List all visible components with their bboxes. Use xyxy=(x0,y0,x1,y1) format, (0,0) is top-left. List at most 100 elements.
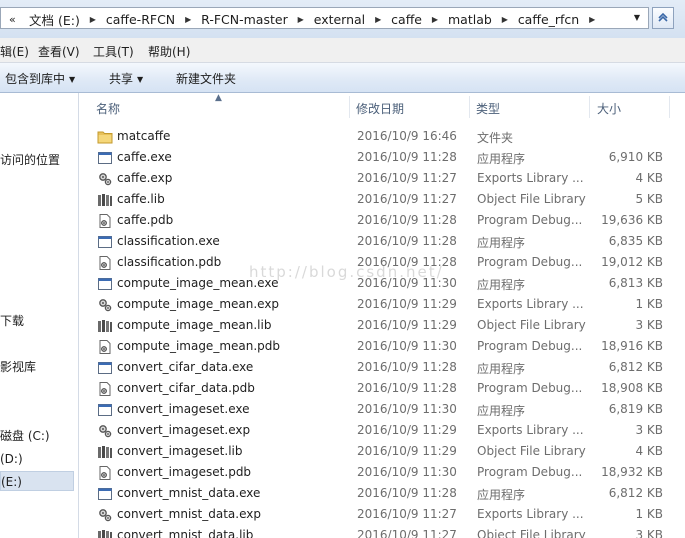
file-type: Object File Library xyxy=(477,444,586,458)
breadcrumb-segment[interactable]: caffe_rfcn xyxy=(516,12,581,27)
file-date: 2016/10/9 11:29 xyxy=(357,297,457,311)
file-row[interactable]: matcaffe 2016/10/9 16:46 文件夹 xyxy=(79,126,685,147)
menu-tools[interactable]: 工具(T) xyxy=(93,43,134,60)
file-type: Exports Library ... xyxy=(477,423,584,437)
breadcrumb-separator-icon[interactable]: ▶ xyxy=(494,15,516,24)
breadcrumb-segments: « 文档 (E:) ▶ caffe-RFCN ▶ R-FCN-master ▶ extern… xyxy=(9,10,603,28)
breadcrumb-separator-icon[interactable]: ▶ xyxy=(82,15,104,24)
file-row[interactable]: compute_image_mean.lib 2016/10/9 11:29 Obj… xyxy=(79,315,685,336)
file-size: 18,916 KB xyxy=(601,339,663,353)
breadcrumb-segment[interactable]: caffe xyxy=(389,12,424,27)
nav-item-recent-places[interactable]: 访问的位置 xyxy=(0,150,60,170)
address-bar: « 文档 (E:) ▶ caffe-RFCN ▶ R-FCN-master ▶ extern… xyxy=(0,0,685,38)
breadcrumb-separator-icon[interactable]: ▶ xyxy=(290,15,312,24)
file-row[interactable]: convert_mnist_data.exe 2016/10/9 11:28 应用程… xyxy=(79,483,685,504)
column-divider[interactable] xyxy=(589,96,590,118)
nav-item-videos[interactable]: 影视库 xyxy=(0,357,36,377)
file-date: 2016/10/9 11:29 xyxy=(357,423,457,437)
column-type[interactable]: 类型 xyxy=(476,100,500,117)
breadcrumb-segment[interactable]: R-FCN-master xyxy=(199,12,290,27)
file-name: convert_cifar_data.pdb xyxy=(117,381,255,395)
file-row[interactable]: caffe.exp 2016/10/9 11:27 Exports Library … xyxy=(79,168,685,189)
column-size[interactable]: 大小 xyxy=(597,100,621,117)
file-type: 应用程序 xyxy=(477,362,526,376)
breadcrumb-separator-icon[interactable]: ▶ xyxy=(581,15,603,24)
exp-icon xyxy=(97,297,113,313)
file-row[interactable]: convert_imageset.pdb 2016/10/9 11:30 Progr… xyxy=(79,462,685,483)
column-divider[interactable] xyxy=(469,96,470,118)
file-date: 2016/10/9 11:27 xyxy=(357,171,457,185)
file-name: caffe.exp xyxy=(117,171,173,185)
breadcrumb-segment[interactable]: matlab xyxy=(446,12,494,27)
file-date: 2016/10/9 11:28 xyxy=(357,234,457,248)
refresh-button[interactable] xyxy=(652,7,674,29)
file-name: convert_imageset.lib xyxy=(117,444,243,458)
command-toolbar: 包含到库中 ▼ 共享 ▼ 新建文件夹 xyxy=(0,63,685,93)
file-row[interactable]: convert_imageset.lib 2016/10/9 11:29 Objec… xyxy=(79,441,685,462)
refresh-icon xyxy=(658,12,668,22)
chevron-down-icon: ▼ xyxy=(69,75,76,84)
file-row[interactable]: convert_cifar_data.exe 2016/10/9 11:28 应用程… xyxy=(79,357,685,378)
file-row[interactable]: convert_mnist_data.lib 2016/10/9 11:27 Obj… xyxy=(79,525,685,538)
breadcrumb-segment[interactable]: caffe-RFCN xyxy=(104,12,177,27)
nav-item-downloads[interactable]: 下载 xyxy=(0,311,24,331)
new-folder-button[interactable]: 新建文件夹 xyxy=(176,70,236,87)
file-row[interactable]: convert_cifar_data.pdb 2016/10/9 11:28 Pro… xyxy=(79,378,685,399)
file-row[interactable]: convert_mnist_data.exp 2016/10/9 11:27 Exp… xyxy=(79,504,685,525)
file-row[interactable]: convert_imageset.exp 2016/10/9 11:29 Expor… xyxy=(79,420,685,441)
column-divider[interactable] xyxy=(349,96,350,118)
file-size: 6,812 KB xyxy=(608,360,663,374)
file-row[interactable]: classification.exe 2016/10/9 11:28 应用程序 6,8… xyxy=(79,231,685,252)
exp-icon xyxy=(97,423,113,439)
file-list[interactable]: ▲ 名称 修改日期 类型 大小 matcaffe 2016/10/9 16:46 文… xyxy=(79,93,685,538)
menu-help[interactable]: 帮助(H) xyxy=(148,43,190,60)
breadcrumb-segment[interactable]: 文档 (E:) xyxy=(27,10,82,29)
file-row[interactable]: classification.pdb 2016/10/9 11:28 Program… xyxy=(79,252,685,273)
column-name[interactable]: 名称 xyxy=(96,100,120,117)
exp-icon xyxy=(97,507,113,523)
pdb-icon xyxy=(97,381,113,397)
file-size: 6,812 KB xyxy=(608,486,663,500)
share-button[interactable]: 共享 ▼ xyxy=(109,70,143,87)
file-row[interactable]: compute_image_mean.exe 2016/10/9 11:30 应用程… xyxy=(79,273,685,294)
file-size: 18,932 KB xyxy=(601,465,663,479)
file-name: compute_image_mean.exp xyxy=(117,297,280,311)
file-type: 应用程序 xyxy=(477,488,526,502)
file-size: 6,910 KB xyxy=(608,150,663,164)
column-date[interactable]: 修改日期 xyxy=(356,100,404,117)
file-type: Exports Library ... xyxy=(477,507,584,521)
file-type: Object File Library xyxy=(477,318,586,332)
file-row[interactable]: caffe.lib 2016/10/9 11:27 Object File Libr… xyxy=(79,189,685,210)
column-divider[interactable] xyxy=(669,96,670,118)
pdb-icon xyxy=(97,339,113,355)
file-size: 6,819 KB xyxy=(608,402,663,416)
file-size: 1 KB xyxy=(635,297,663,311)
include-in-library-button[interactable]: 包含到库中 ▼ xyxy=(5,70,75,87)
menu-bar: 辑(E) 查看(V) 工具(T) 帮助(H) xyxy=(0,38,685,63)
nav-item-drive-c[interactable]: 磁盘 (C:) xyxy=(0,426,50,446)
breadcrumb-separator-icon[interactable]: ▶ xyxy=(424,15,446,24)
menu-view[interactable]: 查看(V) xyxy=(38,43,80,60)
file-size: 19,012 KB xyxy=(601,255,663,269)
file-row[interactable]: compute_image_mean.pdb 2016/10/9 11:30 Pro… xyxy=(79,336,685,357)
exe-icon xyxy=(97,360,113,376)
breadcrumb[interactable]: « 文档 (E:) ▶ caffe-RFCN ▶ R-FCN-master ▶ extern… xyxy=(0,7,649,29)
breadcrumb-segment[interactable]: external xyxy=(312,12,367,27)
file-size: 3 KB xyxy=(635,318,663,332)
chevron-down-icon[interactable]: ▼ xyxy=(630,11,644,25)
breadcrumb-separator-icon[interactable]: ▶ xyxy=(177,15,199,24)
file-row[interactable]: compute_image_mean.exp 2016/10/9 11:29 Exp… xyxy=(79,294,685,315)
exe-icon xyxy=(97,486,113,502)
nav-item-drive-e[interactable]: (E:) xyxy=(0,471,74,491)
file-type: 应用程序 xyxy=(477,278,526,292)
file-row[interactable]: caffe.pdb 2016/10/9 11:28 Program Debug...… xyxy=(79,210,685,231)
navigation-pane[interactable]: 访问的位置 下载 影视库 磁盘 (C:) (D:) (E:) xyxy=(0,93,79,538)
file-row[interactable]: convert_imageset.exe 2016/10/9 11:30 应用程序 6… xyxy=(79,399,685,420)
file-row[interactable]: caffe.exe 2016/10/9 11:28 应用程序 6,910 KB xyxy=(79,147,685,168)
file-type: 应用程序 xyxy=(477,152,526,166)
file-type: Program Debug... xyxy=(477,381,583,395)
menu-edit[interactable]: 辑(E) xyxy=(0,43,29,60)
breadcrumb-separator-icon[interactable]: ▶ xyxy=(367,15,389,24)
overflow-chevron-icon[interactable]: « xyxy=(9,13,27,26)
nav-item-drive-d[interactable]: (D:) xyxy=(0,449,23,469)
